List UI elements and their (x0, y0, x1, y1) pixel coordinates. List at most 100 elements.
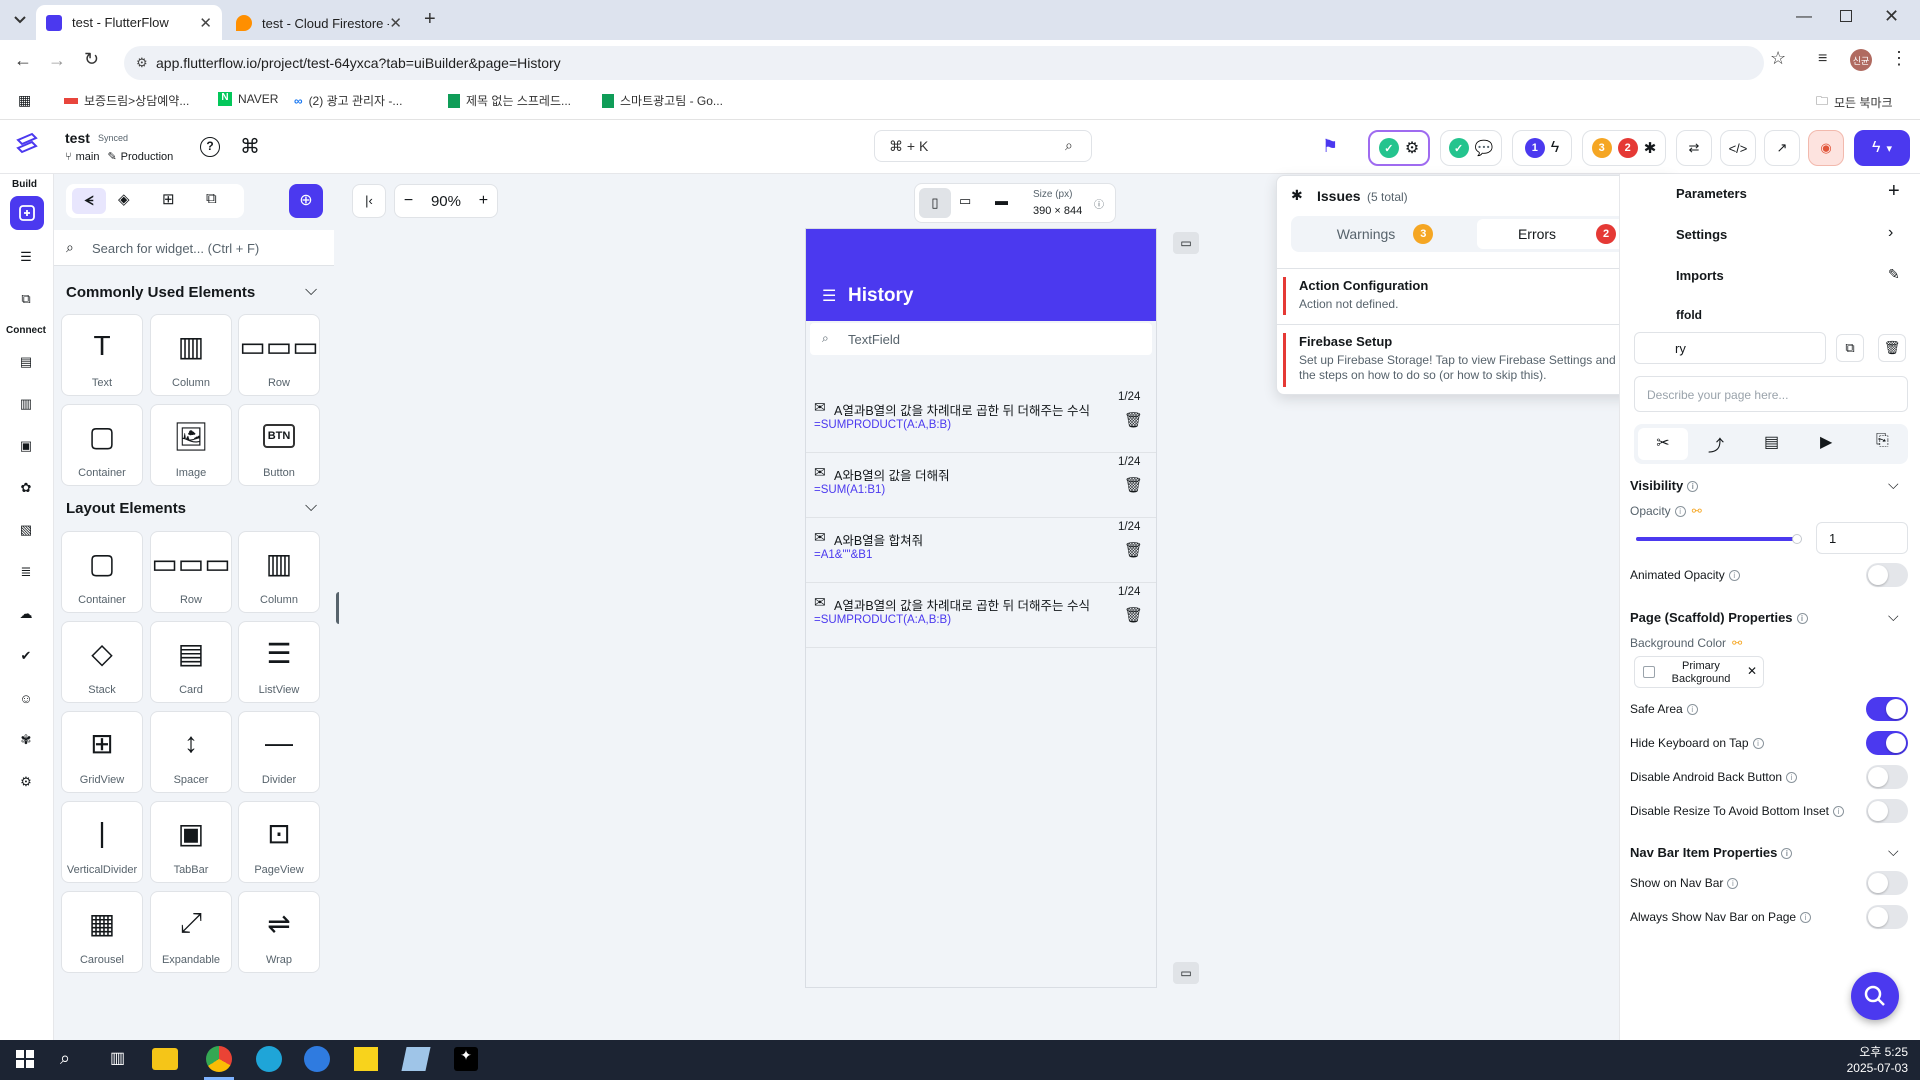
delete-icon[interactable]: 🗑 (1124, 476, 1143, 494)
widget-stack[interactable]: ◇ Stack (61, 621, 143, 703)
widget-tabbar[interactable]: ▣ TabBar (150, 801, 232, 883)
database-icon[interactable]: ▤ (14, 350, 38, 374)
opacity-slider-thumb[interactable] (1792, 534, 1802, 544)
close-window-icon[interactable]: ✕ (1884, 6, 1899, 27)
animations-tab-icon[interactable]: ▶ (1820, 432, 1832, 452)
issue-item[interactable]: Action Configuration Action not defined. (1277, 268, 1674, 324)
settings-gear-icon[interactable]: ⚙ (14, 770, 38, 794)
bottom-badge-icon[interactable]: ▭ (1173, 962, 1199, 984)
list-item[interactable]: ✉ A와B열의 값을 더해줘 =SUM(A1:B1) 1/24 🗑 (806, 454, 1156, 518)
app-state-icon[interactable]: ▥ (14, 392, 38, 416)
opacity-input[interactable]: 1 (1816, 522, 1908, 554)
textfield[interactable]: ⌕ TextField (810, 323, 1152, 355)
toggle-switch[interactable] (1866, 799, 1908, 823)
list-item[interactable]: ✉ A열과B열의 값을 차례대로 곱한 뒤 더해주는 수식 =SUMPRODUCT(… (806, 584, 1156, 648)
library-tab-icon[interactable]: ⧉ (206, 190, 217, 207)
tasks-button[interactable]: 1 ϟ (1512, 130, 1572, 166)
reload-icon[interactable]: ↻ (84, 49, 99, 70)
tab-flutterflow[interactable]: test - FlutterFlow ✕ (36, 5, 222, 40)
widget-column[interactable]: ▥ Column (238, 531, 320, 613)
page-name-input[interactable]: ry (1634, 332, 1826, 364)
widget-text[interactable]: T Text (61, 314, 143, 396)
issues-button[interactable]: 3 2 ✱ (1582, 130, 1666, 166)
copy-icon[interactable]: ⧉ (1836, 334, 1864, 362)
toggle-switch[interactable] (1866, 765, 1908, 789)
info-icon[interactable]: i (1727, 878, 1739, 890)
media-icon[interactable]: ≡ (1818, 50, 1827, 68)
info-icon[interactable]: ⓘ (1094, 196, 1104, 211)
widget-spacer[interactable]: ↕ Spacer (150, 711, 232, 793)
app-icon[interactable] (304, 1046, 330, 1072)
widget-verticaldivider[interactable]: | VerticalDivider (61, 801, 143, 883)
components-tab-icon[interactable]: ◈ (118, 190, 130, 208)
storyboard-icon[interactable]: ⧉ (14, 287, 38, 311)
agent-status-button[interactable]: ✓ ⚙ (1368, 130, 1430, 166)
media-assets-icon[interactable]: ▧ (14, 518, 38, 542)
custom-code-icon[interactable]: ≣ (14, 560, 38, 584)
chevron-down-icon[interactable]: ⌵ (1888, 843, 1899, 860)
widget-row[interactable]: ▭▭▭ Row (150, 531, 232, 613)
widget-divider[interactable]: — Divider (238, 711, 320, 793)
forward-icon[interactable]: → (48, 50, 66, 71)
toggle-switch[interactable] (1866, 697, 1908, 721)
help-icon[interactable]: ? (200, 137, 220, 157)
close-tab-icon[interactable]: ✕ (389, 14, 402, 32)
bg-color-picker[interactable]: Primary Background ✕ (1634, 656, 1764, 688)
edit-icon[interactable]: ✎ (1888, 266, 1900, 283)
chevron-down-icon[interactable]: ⌵ (305, 282, 317, 300)
chevron-down-icon[interactable]: ⌵ (1888, 476, 1899, 493)
command-icon[interactable]: ⌘ (240, 134, 260, 159)
widget-column[interactable]: ▥ Column (150, 314, 232, 396)
desktop-device-icon[interactable]: ▬ (995, 193, 1008, 208)
info-icon[interactable]: i (1800, 912, 1812, 924)
bookmark-item[interactable]: 제목 없는 스프레드... (448, 92, 571, 109)
delete-icon[interactable]: 🗑 (1124, 411, 1143, 429)
minimize-icon[interactable]: — (1796, 8, 1812, 26)
widget-carousel[interactable]: ▦ Carousel (61, 891, 143, 973)
list-item[interactable]: ✉ A와B열을 합쳐줘 =A1&""&B1 1/24 🗑 (806, 519, 1156, 583)
toggle-switch[interactable] (1866, 905, 1908, 929)
api-calls-icon[interactable]: ▣ (14, 434, 38, 458)
figma-icon[interactable]: ✾ (14, 728, 38, 752)
close-tab-icon[interactable]: ✕ (199, 14, 212, 32)
info-icon[interactable]: i (1728, 570, 1740, 582)
chevron-down-icon[interactable]: ⌵ (1888, 608, 1899, 625)
bookmark-item[interactable]: N NAVER (218, 92, 278, 106)
tab-firestore[interactable]: test - Cloud Firestore - 데이터 ✕ (226, 5, 412, 40)
bookmark-item[interactable]: 스마트광고팀 - Go... (602, 92, 723, 109)
share-button[interactable]: ⇄ (1676, 130, 1712, 166)
preview-button[interactable]: ◉ (1808, 130, 1844, 166)
chevron-right-icon[interactable]: › (1888, 224, 1893, 242)
notepad-icon[interactable] (401, 1047, 431, 1071)
feedback-icon[interactable]: ⚑ (1322, 136, 1338, 157)
toggle-switch[interactable] (1866, 731, 1908, 755)
backend-query-tab-icon[interactable]: ▤ (1764, 432, 1779, 452)
describe-page-input[interactable]: Describe your page here... (1634, 376, 1908, 412)
widget-container[interactable]: ▢ Container (61, 531, 143, 613)
phone-device-icon[interactable]: ▯ (919, 188, 951, 218)
info-icon[interactable]: i (1786, 772, 1798, 784)
list-item[interactable]: ✉ A열과B열의 값을 차례대로 곱한 뒤 더해주는 수식 =SUMPRODUCT(… (806, 389, 1156, 453)
variable-icon[interactable]: ⚯ (1732, 636, 1742, 650)
zoom-in-icon[interactable]: + (479, 192, 488, 210)
flutterflow-widgets-tab[interactable]: ᗕ (72, 188, 106, 214)
widget-listview[interactable]: ☰ ListView (238, 621, 320, 703)
open-external-button[interactable]: ↗ (1764, 130, 1800, 166)
flutterflow-logo-icon[interactable] (14, 132, 40, 158)
info-icon[interactable]: i (1686, 704, 1698, 716)
browser-menu-icon[interactable]: ⋮ (1890, 48, 1908, 69)
tests-icon[interactable]: ✔ (14, 644, 38, 668)
search-icon[interactable]: ⌕ (60, 1048, 70, 1069)
info-icon[interactable]: i (1833, 806, 1844, 818)
widget-gridview[interactable]: ⊞ GridView (61, 711, 143, 793)
delete-icon[interactable]: 🗑 (1124, 541, 1143, 559)
code-button[interactable]: </> (1720, 130, 1756, 166)
delete-icon[interactable]: 🗑 (1878, 334, 1906, 362)
opacity-slider[interactable] (1636, 534, 1802, 544)
widget-pageview[interactable]: ⊡ PageView (238, 801, 320, 883)
run-button[interactable]: ϟ ▾ (1854, 130, 1910, 166)
widget-container[interactable]: ▢ Container (61, 404, 143, 486)
issue-item[interactable]: Firebase Setup Set up Firebase Storage! … (1277, 324, 1674, 394)
chrome-icon[interactable] (206, 1046, 232, 1072)
info-icon[interactable]: i (1687, 481, 1699, 493)
